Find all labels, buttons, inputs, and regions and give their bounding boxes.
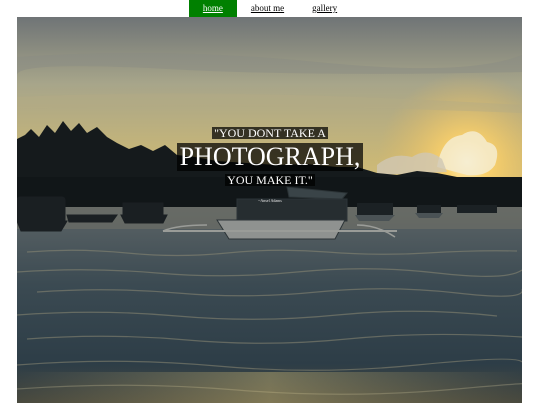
nav-gallery-link[interactable]: gallery: [298, 0, 351, 17]
quote-block: "YOU DONT TAKE A PHOTOGRAPH, YOU MAKE IT…: [0, 124, 540, 207]
nav-about-link[interactable]: about me: [237, 0, 298, 17]
nav-home-link[interactable]: home: [188, 0, 237, 17]
top-nav: home about me gallery: [0, 0, 540, 17]
hero-photo: [17, 17, 522, 403]
page: home about me gallery "YOU DONT TAKE A P…: [0, 0, 540, 405]
sunset-boats-photo: [17, 17, 522, 403]
quote-line-2: PHOTOGRAPH,: [176, 143, 364, 171]
quote-line-1: "YOU DONT TAKE A: [212, 126, 328, 140]
quote-author: ~Ansel Adams: [258, 198, 282, 203]
quote-line-3: YOU MAKE IT.": [225, 173, 315, 187]
